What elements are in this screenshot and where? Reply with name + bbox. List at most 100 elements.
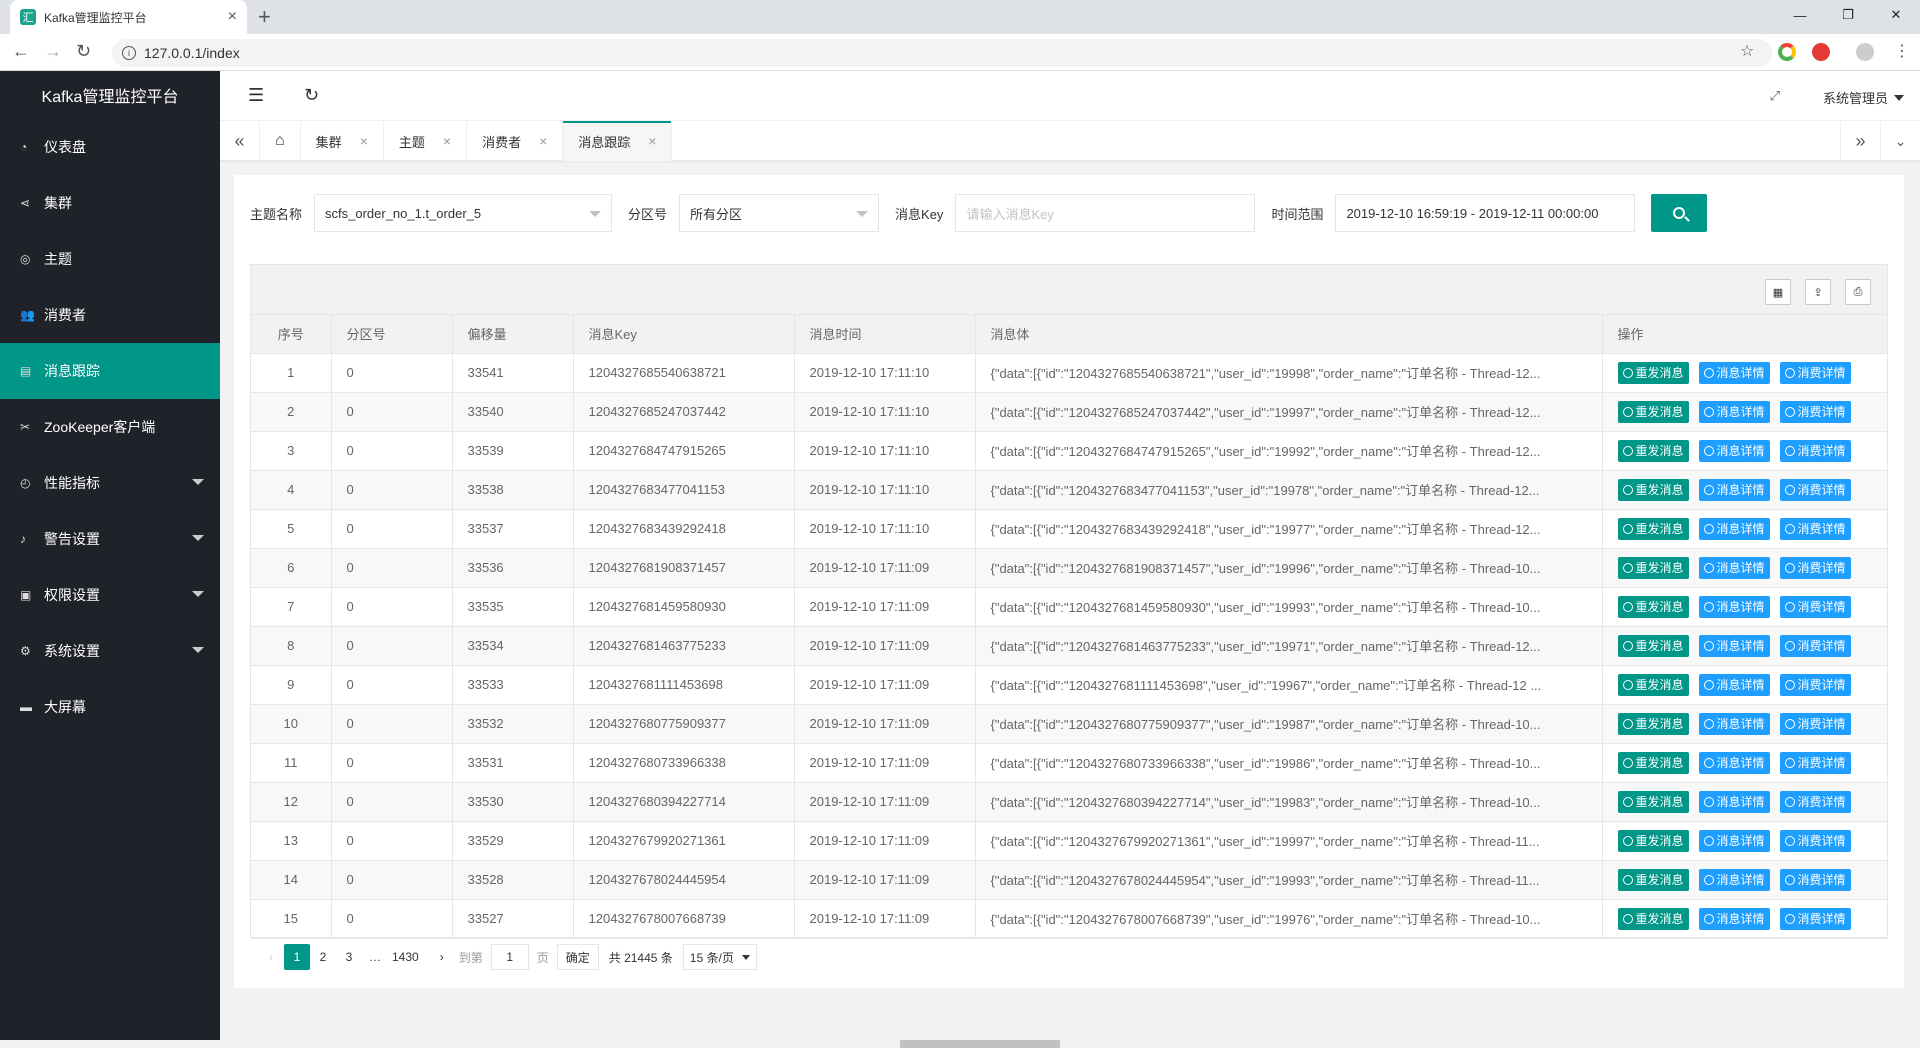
message-detail-button[interactable]: 消息详情: [1698, 361, 1770, 384]
tab-3[interactable]: 消息跟踪 ×: [563, 121, 673, 161]
message-detail-button[interactable]: 消息详情: [1698, 556, 1770, 579]
message-detail-button[interactable]: 消息详情: [1698, 790, 1770, 813]
resend-message-button[interactable]: 重发消息: [1617, 517, 1689, 540]
print-icon[interactable]: ⎙: [1845, 279, 1871, 305]
resend-message-button[interactable]: 重发消息: [1617, 673, 1689, 696]
message-detail-button[interactable]: 消息详情: [1698, 517, 1770, 540]
sidebar-item-8[interactable]: ▣ 权限设置: [0, 567, 220, 623]
sidebar-item-2[interactable]: ◎ 主题: [0, 231, 220, 287]
omnibox[interactable]: i 127.0.0.1/index: [112, 39, 1772, 67]
fullscreen-icon[interactable]: ⤢: [1770, 88, 1780, 104]
resend-message-button[interactable]: 重发消息: [1617, 907, 1689, 930]
message-detail-button[interactable]: 消息详情: [1698, 829, 1770, 852]
consume-detail-button[interactable]: 消费详情: [1779, 712, 1851, 735]
resend-message-button[interactable]: 重发消息: [1617, 556, 1689, 579]
message-detail-button[interactable]: 消息详情: [1698, 595, 1770, 618]
page-1[interactable]: 1: [284, 944, 310, 970]
user-menu[interactable]: 系统管理员: [1823, 88, 1904, 107]
goto-confirm-button[interactable]: 确定: [556, 944, 599, 970]
consume-detail-button[interactable]: 消费详情: [1779, 790, 1851, 813]
next-page-button[interactable]: ›: [429, 944, 455, 970]
tabs-scroll-right-icon[interactable]: »: [1840, 121, 1880, 161]
tabs-scroll-left-icon[interactable]: «: [220, 121, 260, 161]
consume-detail-button[interactable]: 消费详情: [1779, 478, 1851, 501]
consume-detail-button[interactable]: 消费详情: [1779, 634, 1851, 657]
tabs-menu-icon[interactable]: ⌄: [1880, 121, 1920, 161]
consume-detail-button[interactable]: 消费详情: [1779, 907, 1851, 930]
close-tab-icon[interactable]: ×: [360, 133, 368, 149]
export-icon[interactable]: ⇪: [1805, 279, 1831, 305]
time-range-input[interactable]: 2019-12-10 16:59:19 - 2019-12-11 00:00:0…: [1335, 194, 1636, 232]
sidebar-item-10[interactable]: ▬ 大屏幕: [0, 679, 220, 735]
sidebar-item-7[interactable]: ♪ 警告设置: [0, 511, 220, 567]
message-detail-button[interactable]: 消息详情: [1698, 439, 1770, 462]
restore-icon[interactable]: ❐: [1824, 0, 1872, 30]
columns-filter-icon[interactable]: ▦: [1765, 279, 1791, 305]
new-tab-icon[interactable]: +: [258, 4, 271, 30]
resend-message-button[interactable]: 重发消息: [1617, 439, 1689, 462]
kebab-menu-icon[interactable]: ⋮: [1894, 41, 1910, 61]
key-input[interactable]: 请输入消息Key: [955, 194, 1256, 232]
resend-message-button[interactable]: 重发消息: [1617, 478, 1689, 501]
tab-0[interactable]: 集群 ×: [301, 121, 384, 161]
page-size-select[interactable]: 15 条/页: [682, 944, 757, 970]
tab-home[interactable]: ⌂: [260, 121, 301, 161]
message-detail-button[interactable]: 消息详情: [1698, 907, 1770, 930]
close-tab-icon[interactable]: ×: [539, 133, 547, 149]
refresh-icon[interactable]: ↻: [304, 85, 319, 106]
message-detail-button[interactable]: 消息详情: [1698, 868, 1770, 891]
opera-extension-icon[interactable]: [1812, 43, 1830, 61]
scrollbar-thumb[interactable]: [900, 1040, 1060, 1048]
consume-detail-button[interactable]: 消费详情: [1779, 868, 1851, 891]
topic-select[interactable]: scfs_order_no_1.t_order_5: [314, 194, 613, 232]
message-detail-button[interactable]: 消息详情: [1698, 712, 1770, 735]
sidebar-item-3[interactable]: 👥 消费者: [0, 287, 220, 343]
consume-detail-button[interactable]: 消费详情: [1779, 361, 1851, 384]
resend-message-button[interactable]: 重发消息: [1617, 400, 1689, 423]
consume-detail-button[interactable]: 消费详情: [1779, 595, 1851, 618]
sidebar-item-4[interactable]: ▤ 消息跟踪: [0, 343, 220, 399]
prev-page-button[interactable]: ‹: [258, 944, 284, 970]
horizontal-scrollbar[interactable]: [0, 1040, 1920, 1048]
consume-detail-button[interactable]: 消费详情: [1779, 400, 1851, 423]
close-window-icon[interactable]: ✕: [1872, 0, 1920, 30]
resend-message-button[interactable]: 重发消息: [1617, 790, 1689, 813]
info-icon[interactable]: i: [122, 46, 136, 60]
resend-message-button[interactable]: 重发消息: [1617, 361, 1689, 384]
minimize-icon[interactable]: —: [1776, 0, 1824, 30]
search-button[interactable]: [1651, 194, 1708, 232]
consume-detail-button[interactable]: 消费详情: [1779, 556, 1851, 579]
resend-message-button[interactable]: 重发消息: [1617, 868, 1689, 891]
consume-detail-button[interactable]: 消费详情: [1779, 829, 1851, 852]
page-2[interactable]: 2: [310, 944, 336, 970]
bookmark-star-icon[interactable]: ☆: [1740, 41, 1754, 61]
reload-icon[interactable]: ↻: [76, 41, 91, 62]
message-detail-button[interactable]: 消息详情: [1698, 634, 1770, 657]
tab-2[interactable]: 消费者 ×: [467, 121, 564, 161]
consume-detail-button[interactable]: 消费详情: [1779, 439, 1851, 462]
consume-detail-button[interactable]: 消费详情: [1779, 517, 1851, 540]
resend-message-button[interactable]: 重发消息: [1617, 712, 1689, 735]
page-3[interactable]: 3: [336, 944, 362, 970]
forward-icon[interactable]: →: [44, 41, 62, 62]
consume-detail-button[interactable]: 消费详情: [1779, 673, 1851, 696]
resend-message-button[interactable]: 重发消息: [1617, 634, 1689, 657]
close-tab-icon[interactable]: ×: [648, 133, 656, 149]
browser-tab[interactable]: 汇 Kafka管理监控平台 ×: [10, 0, 247, 34]
sidebar-item-0[interactable]: ◔ 仪表盘: [0, 119, 220, 175]
sidebar-item-9[interactable]: ⚙ 系统设置: [0, 623, 220, 679]
consume-detail-button[interactable]: 消费详情: [1779, 751, 1851, 774]
profile-avatar-icon[interactable]: [1856, 43, 1874, 61]
sidebar-item-1[interactable]: ⋖ 集群: [0, 175, 220, 231]
resend-message-button[interactable]: 重发消息: [1617, 595, 1689, 618]
sidebar-item-5[interactable]: ✂ ZooKeeper客户端: [0, 399, 220, 455]
page-last[interactable]: 1430: [388, 944, 423, 970]
close-tab-icon[interactable]: ×: [443, 133, 451, 149]
menu-toggle-icon[interactable]: ☰: [248, 85, 264, 106]
back-icon[interactable]: ←: [12, 41, 30, 62]
resend-message-button[interactable]: 重发消息: [1617, 751, 1689, 774]
chrome-extension-icon[interactable]: [1778, 43, 1796, 61]
message-detail-button[interactable]: 消息详情: [1698, 751, 1770, 774]
message-detail-button[interactable]: 消息详情: [1698, 673, 1770, 696]
sidebar-item-6[interactable]: ◴ 性能指标: [0, 455, 220, 511]
